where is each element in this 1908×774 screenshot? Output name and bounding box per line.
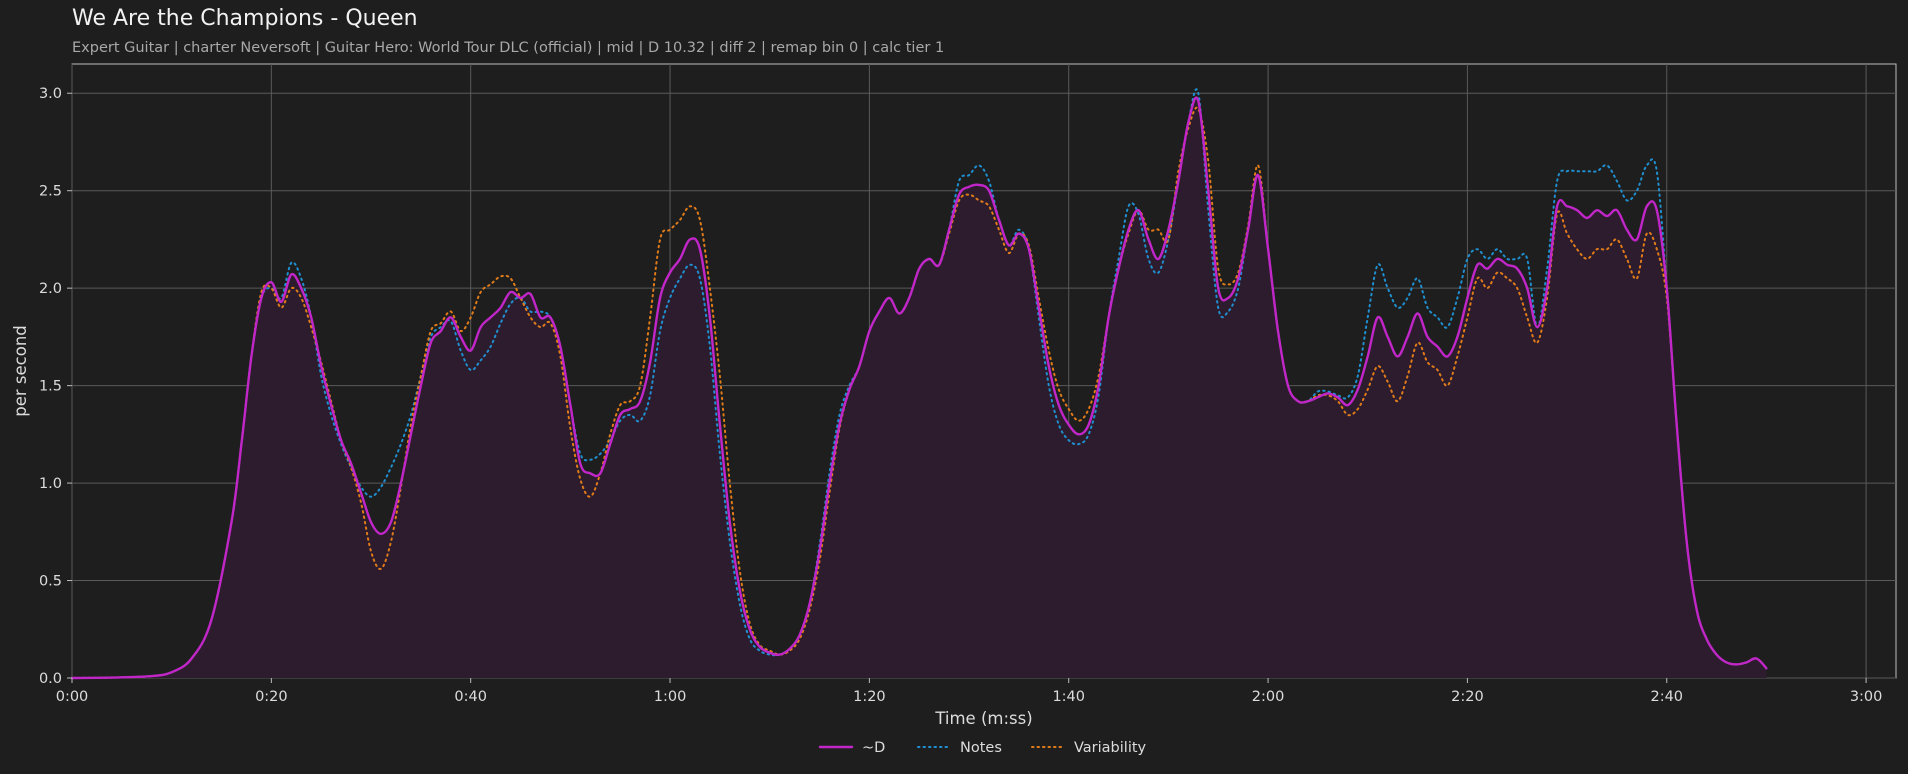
x-tick-label: 0:40 — [454, 689, 487, 705]
y-axis-ticks: 0.0 0.5 1.0 1.5 2.0 2.5 3.0 — [39, 86, 72, 687]
x-tick-label: 3:00 — [1850, 689, 1883, 705]
y-axis-label: per second — [11, 325, 30, 417]
x-tick-label: 1:40 — [1052, 689, 1085, 705]
y-tick-label: 1.5 — [39, 379, 62, 395]
x-axis-ticks: 0:00 0:20 0:40 1:00 1:20 1:40 2:00 2:20 2:40 3:00 — [56, 678, 1883, 705]
legend-label: Notes — [960, 740, 1002, 756]
x-tick-label: 0:20 — [255, 689, 288, 705]
chart-area: 0:00 0:20 0:40 1:00 1:20 1:40 2:00 2:20 2:40 3:00… — [11, 63, 1897, 756]
y-tick-label: 0.5 — [39, 574, 62, 590]
x-tick-label: 2:00 — [1252, 689, 1285, 705]
x-tick-label: 1:20 — [853, 689, 886, 705]
x-tick-label: 0:00 — [56, 689, 89, 705]
legend-label: Variability — [1074, 740, 1147, 756]
y-tick-label: 2.5 — [39, 184, 62, 200]
x-tick-label: 2:40 — [1650, 689, 1683, 705]
legend: ~D Notes Variability — [818, 740, 1147, 756]
legend-label: ~D — [862, 740, 885, 756]
y-tick-label: 2.0 — [39, 281, 62, 297]
y-tick-label: 0.0 — [39, 671, 62, 687]
x-axis-label: Time (m:ss) — [934, 709, 1032, 728]
x-tick-label: 1:00 — [654, 689, 687, 705]
y-tick-label: 3.0 — [39, 86, 62, 102]
x-tick-label: 2:20 — [1451, 689, 1484, 705]
y-tick-label: 1.0 — [39, 476, 62, 492]
